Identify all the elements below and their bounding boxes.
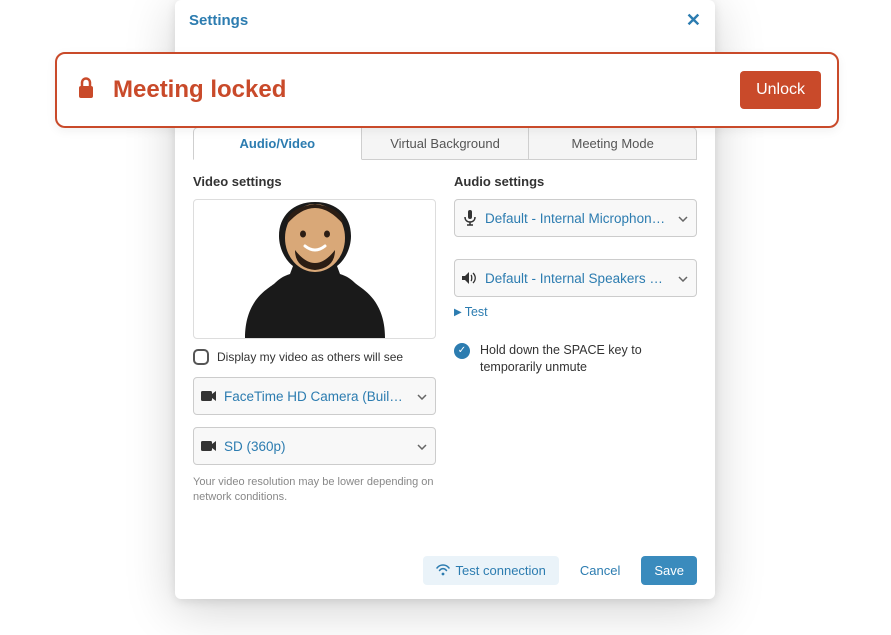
play-icon: ▶ bbox=[454, 307, 462, 318]
video-section-title: Video settings bbox=[193, 174, 436, 189]
space-unmute-checkbox[interactable]: ✓ bbox=[454, 343, 470, 359]
lock-icon bbox=[77, 77, 95, 104]
close-icon[interactable]: ✕ bbox=[686, 10, 701, 31]
unlock-button[interactable]: Unlock bbox=[740, 71, 821, 109]
cancel-label: Cancel bbox=[580, 563, 620, 578]
video-column: Video settings Display my video as other… bbox=[193, 174, 436, 506]
microphone-select-value: Default - Internal Microphone (… bbox=[485, 211, 670, 226]
display-as-others-row: Display my video as others will see bbox=[193, 349, 436, 365]
chevron-down-icon bbox=[670, 269, 696, 287]
meeting-locked-banner: Meeting locked Unlock bbox=[55, 52, 839, 128]
display-as-others-checkbox[interactable] bbox=[193, 349, 209, 365]
tab-virtual-background[interactable]: Virtual Background bbox=[362, 127, 530, 160]
chevron-down-icon bbox=[409, 387, 435, 405]
space-unmute-label: Hold down the SPACE key to temporarily u… bbox=[480, 342, 697, 377]
audio-section-title: Audio settings bbox=[454, 174, 697, 189]
unlock-label: Unlock bbox=[756, 81, 805, 99]
tabs: Audio/Video Virtual Background Meeting M… bbox=[193, 127, 697, 160]
resolution-select-value: SD (360p) bbox=[224, 439, 409, 454]
camera-select[interactable]: FaceTime HD Camera (Built-in)… bbox=[193, 377, 436, 415]
save-button[interactable]: Save bbox=[641, 556, 697, 585]
modal-footer: Test connection Cancel Save bbox=[175, 506, 715, 585]
avatar-image bbox=[215, 199, 415, 338]
speaker-icon bbox=[455, 271, 485, 285]
settings-title: Settings bbox=[189, 12, 248, 29]
test-connection-label: Test connection bbox=[456, 563, 546, 578]
save-label: Save bbox=[654, 563, 684, 578]
test-label: Test bbox=[465, 305, 488, 319]
space-unmute-row: ✓ Hold down the SPACE key to temporarily… bbox=[454, 342, 697, 377]
tab-meeting-mode[interactable]: Meeting Mode bbox=[529, 127, 697, 160]
chevron-down-icon bbox=[409, 437, 435, 455]
cancel-button[interactable]: Cancel bbox=[567, 556, 633, 585]
banner-message: Meeting locked bbox=[113, 76, 740, 104]
resolution-select[interactable]: SD (360p) bbox=[193, 427, 436, 465]
speaker-select[interactable]: Default - Internal Speakers (Bu… bbox=[454, 259, 697, 297]
test-connection-button[interactable]: Test connection bbox=[423, 556, 559, 585]
settings-header: Settings ✕ bbox=[175, 0, 715, 37]
test-speaker-link[interactable]: ▶ Test bbox=[454, 305, 488, 319]
settings-content: Video settings Display my video as other… bbox=[175, 160, 715, 506]
video-preview bbox=[193, 199, 436, 339]
wifi-icon bbox=[436, 564, 450, 576]
microphone-icon bbox=[455, 210, 485, 226]
chevron-down-icon bbox=[670, 209, 696, 227]
audio-column: Audio settings Default - Internal Microp… bbox=[454, 174, 697, 506]
tab-audio-video[interactable]: Audio/Video bbox=[193, 127, 362, 160]
resolution-helper-text: Your video resolution may be lower depen… bbox=[193, 475, 436, 506]
camera-icon bbox=[194, 440, 224, 452]
microphone-select[interactable]: Default - Internal Microphone (… bbox=[454, 199, 697, 237]
camera-icon bbox=[194, 390, 224, 402]
speaker-select-value: Default - Internal Speakers (Bu… bbox=[485, 271, 670, 286]
display-as-others-label: Display my video as others will see bbox=[217, 350, 403, 364]
camera-select-value: FaceTime HD Camera (Built-in)… bbox=[224, 389, 409, 404]
